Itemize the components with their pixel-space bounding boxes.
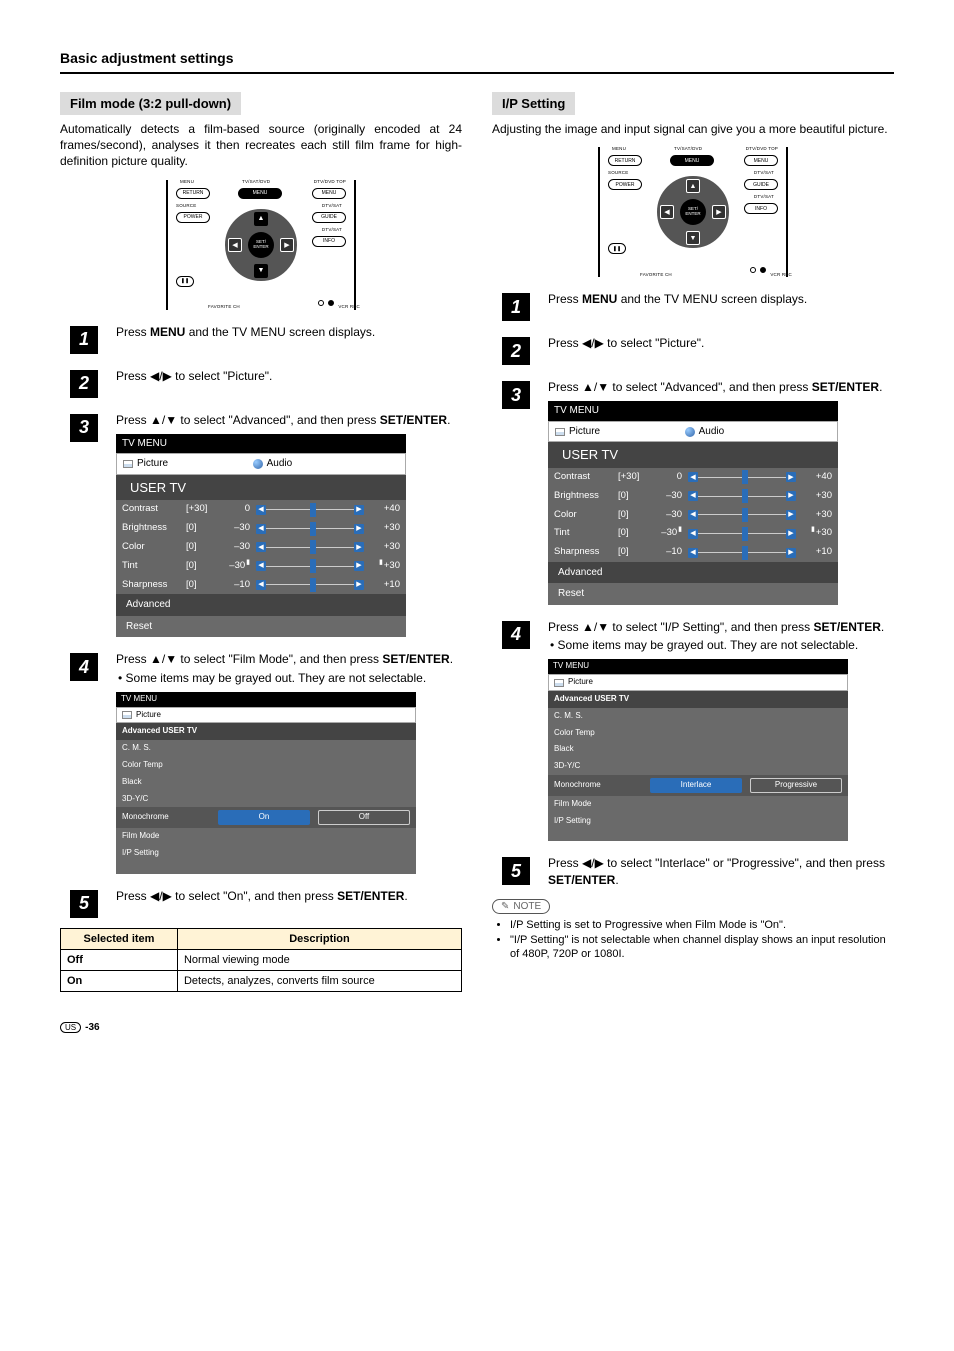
step-text: and the TV MENU screen displays. <box>185 325 375 339</box>
setenter-label: SET/ENTER <box>337 889 404 903</box>
left-column: Film mode (3:2 pull-down) Automatically … <box>60 92 462 992</box>
step-text: . <box>450 652 453 666</box>
step-text: Press <box>548 292 582 306</box>
table-cell: Off <box>61 949 178 970</box>
step-text: Press ▲/▼ to select "I/P Setting", and t… <box>548 620 814 634</box>
table-cell: Normal viewing mode <box>177 949 461 970</box>
page-number: US -36 <box>60 1022 894 1033</box>
table-cell: Detects, analyzes, converts film source <box>177 970 461 991</box>
step-number: 1 <box>70 326 98 354</box>
step-text: . <box>615 873 618 887</box>
step-text: . <box>881 620 884 634</box>
remote-diagram: MENU TV/SAT/DVD DTV/DVD TOP RETURN MENU … <box>166 180 356 310</box>
filmmode-intro: Automatically detects a film-based sourc… <box>60 121 462 170</box>
remote-diagram: MENU TV/SAT/DVD DTV/DVD TOP RETURN MENU … <box>598 147 788 277</box>
note-item: I/P Setting is set to Progressive when F… <box>510 918 894 933</box>
ipsetting-heading: I/P Setting <box>492 92 575 115</box>
right-steps: 1 Press MENU and the TV MENU screen disp… <box>492 291 894 888</box>
filmmode-heading: Film mode (3:2 pull-down) <box>60 92 241 115</box>
step-text: and the TV MENU screen displays. <box>617 292 807 306</box>
step-bullet: Some items may be grayed out. They are n… <box>548 637 894 653</box>
step-text: . <box>447 413 450 427</box>
tv-menu: TV MENU Picture Audio USER TV Contrast[+… <box>116 434 406 638</box>
note-item: "I/P Setting" is not selectable when cha… <box>510 933 894 963</box>
step-text: Press ▲/▼ to select "Film Mode", and the… <box>116 652 382 666</box>
step-number: 5 <box>70 890 98 918</box>
step-number: 4 <box>70 653 98 681</box>
step-text: . <box>879 380 882 394</box>
advanced-menu: TV MENU Picture Advanced USER TV C. M. S… <box>116 692 416 874</box>
step-text: Press <box>116 325 150 339</box>
step-bullet: Some items may be grayed out. They are n… <box>116 670 462 686</box>
setenter-label: SET/ENTER <box>548 873 615 887</box>
note-label: NOTE <box>492 899 550 914</box>
table-header: Description <box>177 928 461 949</box>
step-body: Press ◀/▶ to select "Picture". <box>548 335 894 351</box>
step-text: Press ◀/▶ to select "Interlace" or "Prog… <box>548 856 885 870</box>
step-body: Press ◀/▶ to select "Picture". <box>116 368 462 384</box>
ipsetting-intro: Adjusting the image and input signal can… <box>492 121 894 137</box>
setenter-label: SET/ENTER <box>812 380 879 394</box>
step-number: 3 <box>70 414 98 442</box>
table-header: Selected item <box>61 928 178 949</box>
setenter-label: SET/ENTER <box>382 652 449 666</box>
table-cell: On <box>61 970 178 991</box>
step-text: Press ▲/▼ to select "Advanced", and then… <box>116 413 380 427</box>
step-number: 2 <box>70 370 98 398</box>
tv-menu: TV MENU Picture Audio USER TV Contrast[+… <box>548 401 838 605</box>
step-number: 3 <box>502 381 530 409</box>
locale-badge: US <box>60 1022 81 1033</box>
setenter-label: SET/ENTER <box>380 413 447 427</box>
description-table: Selected item Description Off Normal vie… <box>60 928 462 992</box>
rule <box>60 72 894 74</box>
setenter-label: SET/ENTER <box>814 620 881 634</box>
step-number: 4 <box>502 621 530 649</box>
step-number: 5 <box>502 857 530 885</box>
step-number: 1 <box>502 293 530 321</box>
menu-label: MENU <box>150 325 185 339</box>
step-text: . <box>404 889 407 903</box>
left-steps: 1 Press MENU and the TV MENU screen disp… <box>60 324 462 918</box>
menu-label: MENU <box>582 292 617 306</box>
right-column: I/P Setting Adjusting the image and inpu… <box>492 92 894 992</box>
step-text: Press ▲/▼ to select "Advanced", and then… <box>548 380 812 394</box>
note-list: I/P Setting is set to Progressive when F… <box>492 918 894 963</box>
section-title: Basic adjustment settings <box>60 50 894 66</box>
step-number: 2 <box>502 337 530 365</box>
step-text: Press ◀/▶ to select "On", and then press <box>116 889 337 903</box>
page-suffix: -36 <box>85 1022 99 1033</box>
advanced-menu: TV MENU Picture Advanced USER TV C. M. S… <box>548 659 848 841</box>
